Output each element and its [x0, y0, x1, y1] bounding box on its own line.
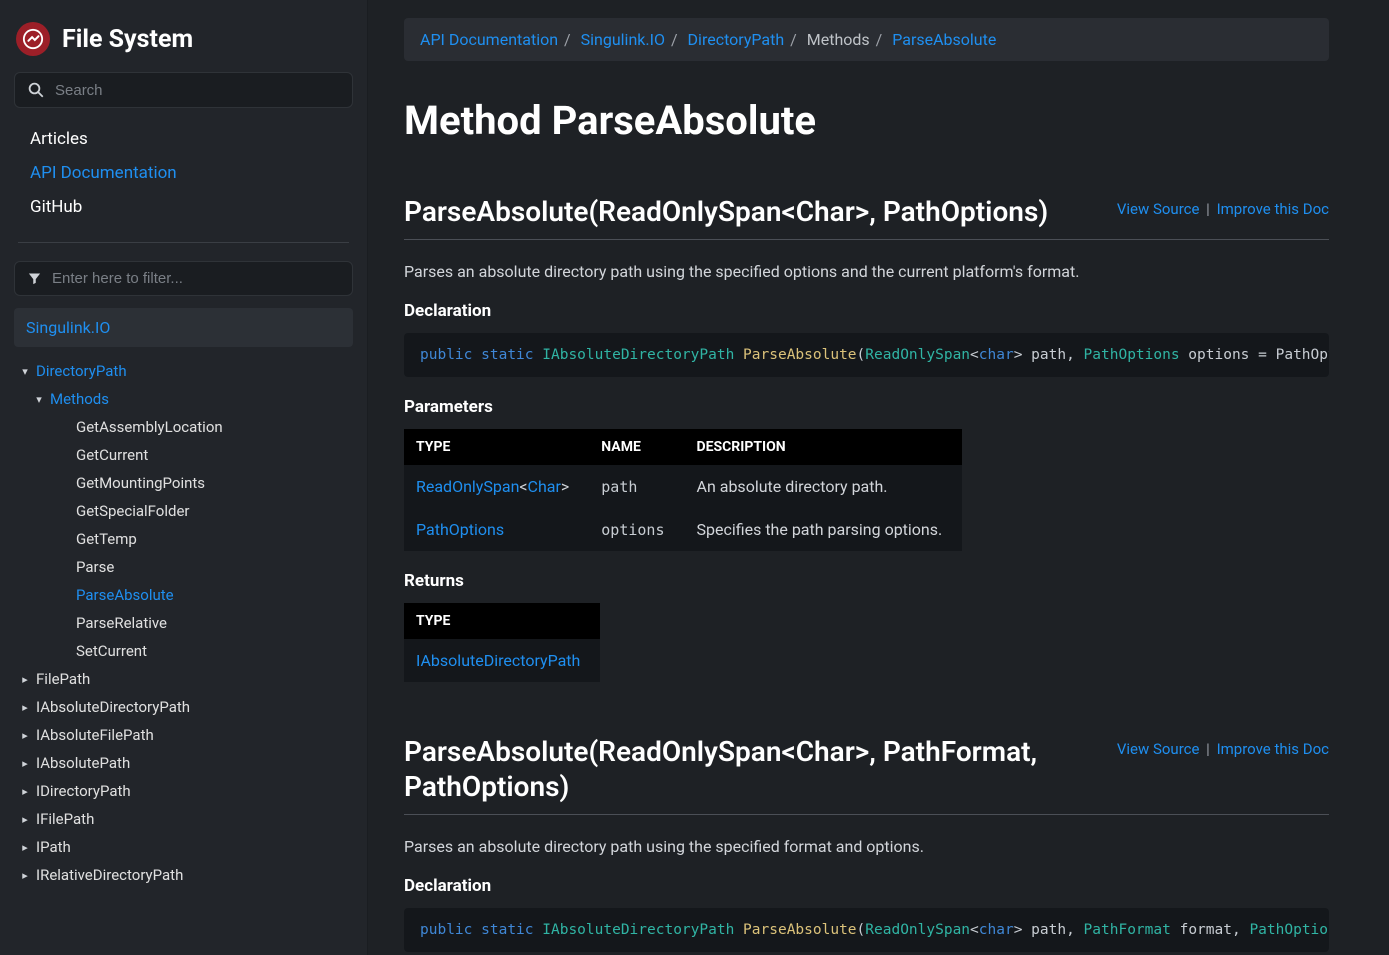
chevron-right-icon: ▸ [18, 673, 32, 686]
overload-1: ParseAbsolute(ReadOnlySpan<Char>, PathOp… [404, 194, 1329, 682]
th-type: TYPE [404, 603, 600, 639]
breadcrumb: API Documentation/ Singulink.IO/ Directo… [404, 18, 1329, 61]
overload-1-params-table: TYPE NAME DESCRIPTION ReadOnlySpan<Char>… [404, 429, 962, 551]
overload-2-title: ParseAbsolute(ReadOnlySpan<Char>, PathFo… [404, 734, 1084, 804]
overload-1-desc: Parses an absolute directory path using … [404, 262, 1329, 281]
main-nav: Articles API Documentation GitHub [14, 108, 353, 242]
nav-tree: ▾ DirectoryPath ▾ Methods GetAssemblyLoc… [14, 355, 353, 909]
overload-1-links: View Source | Improve this Doc [1117, 194, 1329, 218]
tree-node-irelativedirectorypath[interactable]: ▸IRelativeDirectoryPath [14, 861, 353, 889]
tree-leaf-parseabsolute[interactable]: ParseAbsolute [42, 581, 353, 609]
search-box[interactable] [14, 72, 353, 108]
chevron-right-icon: ▸ [18, 701, 32, 714]
tree-node-iabsolutepath[interactable]: ▸IAbsolutePath [14, 749, 353, 777]
filter-box[interactable] [14, 261, 353, 296]
main-content: API Documentation/ Singulink.IO/ Directo… [368, 0, 1389, 955]
chevron-right-icon: ▸ [18, 729, 32, 742]
tree-leaf-gettemp[interactable]: GetTemp [42, 525, 353, 553]
brand-title: File System [62, 25, 193, 54]
chevron-down-icon: ▾ [18, 365, 32, 378]
chevron-right-icon: ▸ [18, 869, 32, 882]
chevron-down-icon: ▾ [32, 393, 46, 406]
return-type-link[interactable]: IAbsoluteDirectoryPath [416, 651, 580, 670]
th-desc: DESCRIPTION [685, 429, 963, 465]
th-name: NAME [589, 429, 684, 465]
param-name: path [601, 478, 637, 496]
bc-class[interactable]: DirectoryPath [688, 30, 785, 49]
overload-2-desc: Parses an absolute directory path using … [404, 837, 1329, 856]
improve-doc-link[interactable]: Improve this Doc [1217, 200, 1329, 218]
improve-doc-link[interactable]: Improve this Doc [1217, 740, 1329, 758]
type-link[interactable]: PathOptions [416, 520, 504, 539]
tree-leaf-getmountingpoints[interactable]: GetMountingPoints [42, 469, 353, 497]
sidebar: File System Articles API Documentation G… [0, 0, 368, 955]
page-title: Method ParseAbsolute [404, 97, 1329, 144]
nav-api-documentation[interactable]: API Documentation [18, 156, 349, 190]
chevron-right-icon: ▸ [18, 757, 32, 770]
tree-leaf-getassemblylocation[interactable]: GetAssemblyLocation [42, 413, 353, 441]
tree-node-ipath[interactable]: ▸IPath [14, 833, 353, 861]
nav-articles[interactable]: Articles [18, 122, 349, 156]
param-desc: An absolute directory path. [685, 465, 963, 508]
bc-namespace[interactable]: Singulink.IO [581, 30, 665, 49]
chevron-right-icon: ▸ [18, 841, 32, 854]
brand-logo-icon [16, 22, 50, 56]
tree-node-filepath[interactable]: ▸FilePath [14, 665, 353, 693]
brand: File System [14, 14, 353, 72]
tree-leaf-parserelative[interactable]: ParseRelative [42, 609, 353, 637]
type-link[interactable]: ReadOnlySpan [416, 477, 519, 496]
tree-node-iabsolutedirectorypath[interactable]: ▸IAbsoluteDirectoryPath [14, 693, 353, 721]
filter-input[interactable] [52, 270, 340, 287]
table-row: ReadOnlySpan<Char>pathAn absolute direct… [404, 465, 962, 508]
filter-icon [27, 271, 42, 286]
search-input[interactable] [55, 82, 340, 99]
chevron-right-icon: ▸ [18, 785, 32, 798]
tree-leaf-parse[interactable]: Parse [42, 553, 353, 581]
view-source-link[interactable]: View Source [1117, 200, 1200, 218]
nav-github[interactable]: GitHub [18, 190, 349, 224]
overload-1-title: ParseAbsolute(ReadOnlySpan<Char>, PathOp… [404, 194, 1048, 229]
tree-leaf-setcurrent[interactable]: SetCurrent [42, 637, 353, 665]
tree-leaf-getcurrent[interactable]: GetCurrent [42, 441, 353, 469]
tree-leaf-getspecialfolder[interactable]: GetSpecialFolder [42, 497, 353, 525]
tree-node-methods[interactable]: ▾ Methods [28, 385, 353, 413]
search-icon [27, 81, 45, 99]
tree-node-ifilepath[interactable]: ▸IFilePath [14, 805, 353, 833]
th-type: TYPE [404, 429, 589, 465]
overload-2-code: public static IAbsoluteDirectoryPath Par… [404, 908, 1329, 952]
namespace-header[interactable]: Singulink.IO [14, 308, 353, 347]
overload-1-code: public static IAbsoluteDirectoryPath Par… [404, 333, 1329, 377]
namespace-link[interactable]: Singulink.IO [26, 318, 110, 337]
overload-2: ParseAbsolute(ReadOnlySpan<Char>, PathFo… [404, 734, 1329, 952]
declaration-heading: Declaration [404, 876, 1329, 896]
divider [18, 242, 349, 243]
declaration-heading: Declaration [404, 301, 1329, 321]
parameters-heading: Parameters [404, 397, 1329, 417]
type-link[interactable]: Char [528, 477, 561, 496]
returns-heading: Returns [404, 571, 1329, 591]
tree-node-idirectorypath[interactable]: ▸IDirectoryPath [14, 777, 353, 805]
overload-1-returns-table: TYPE IAbsoluteDirectoryPath [404, 603, 600, 682]
bc-methods: Methods [807, 30, 870, 49]
bc-current[interactable]: ParseAbsolute [892, 30, 996, 49]
chevron-right-icon: ▸ [18, 813, 32, 826]
table-row: PathOptions options Specifies the path par… [404, 508, 962, 551]
overload-2-links: View Source | Improve this Doc [1117, 734, 1329, 758]
param-name: options [601, 521, 664, 539]
tree-node-directorypath[interactable]: ▾ DirectoryPath [14, 357, 353, 385]
bc-api[interactable]: API Documentation [420, 30, 558, 49]
tree-node-iabsolutefilepath[interactable]: ▸IAbsoluteFilePath [14, 721, 353, 749]
param-desc: Specifies the path parsing options. [685, 508, 963, 551]
view-source-link[interactable]: View Source [1117, 740, 1200, 758]
